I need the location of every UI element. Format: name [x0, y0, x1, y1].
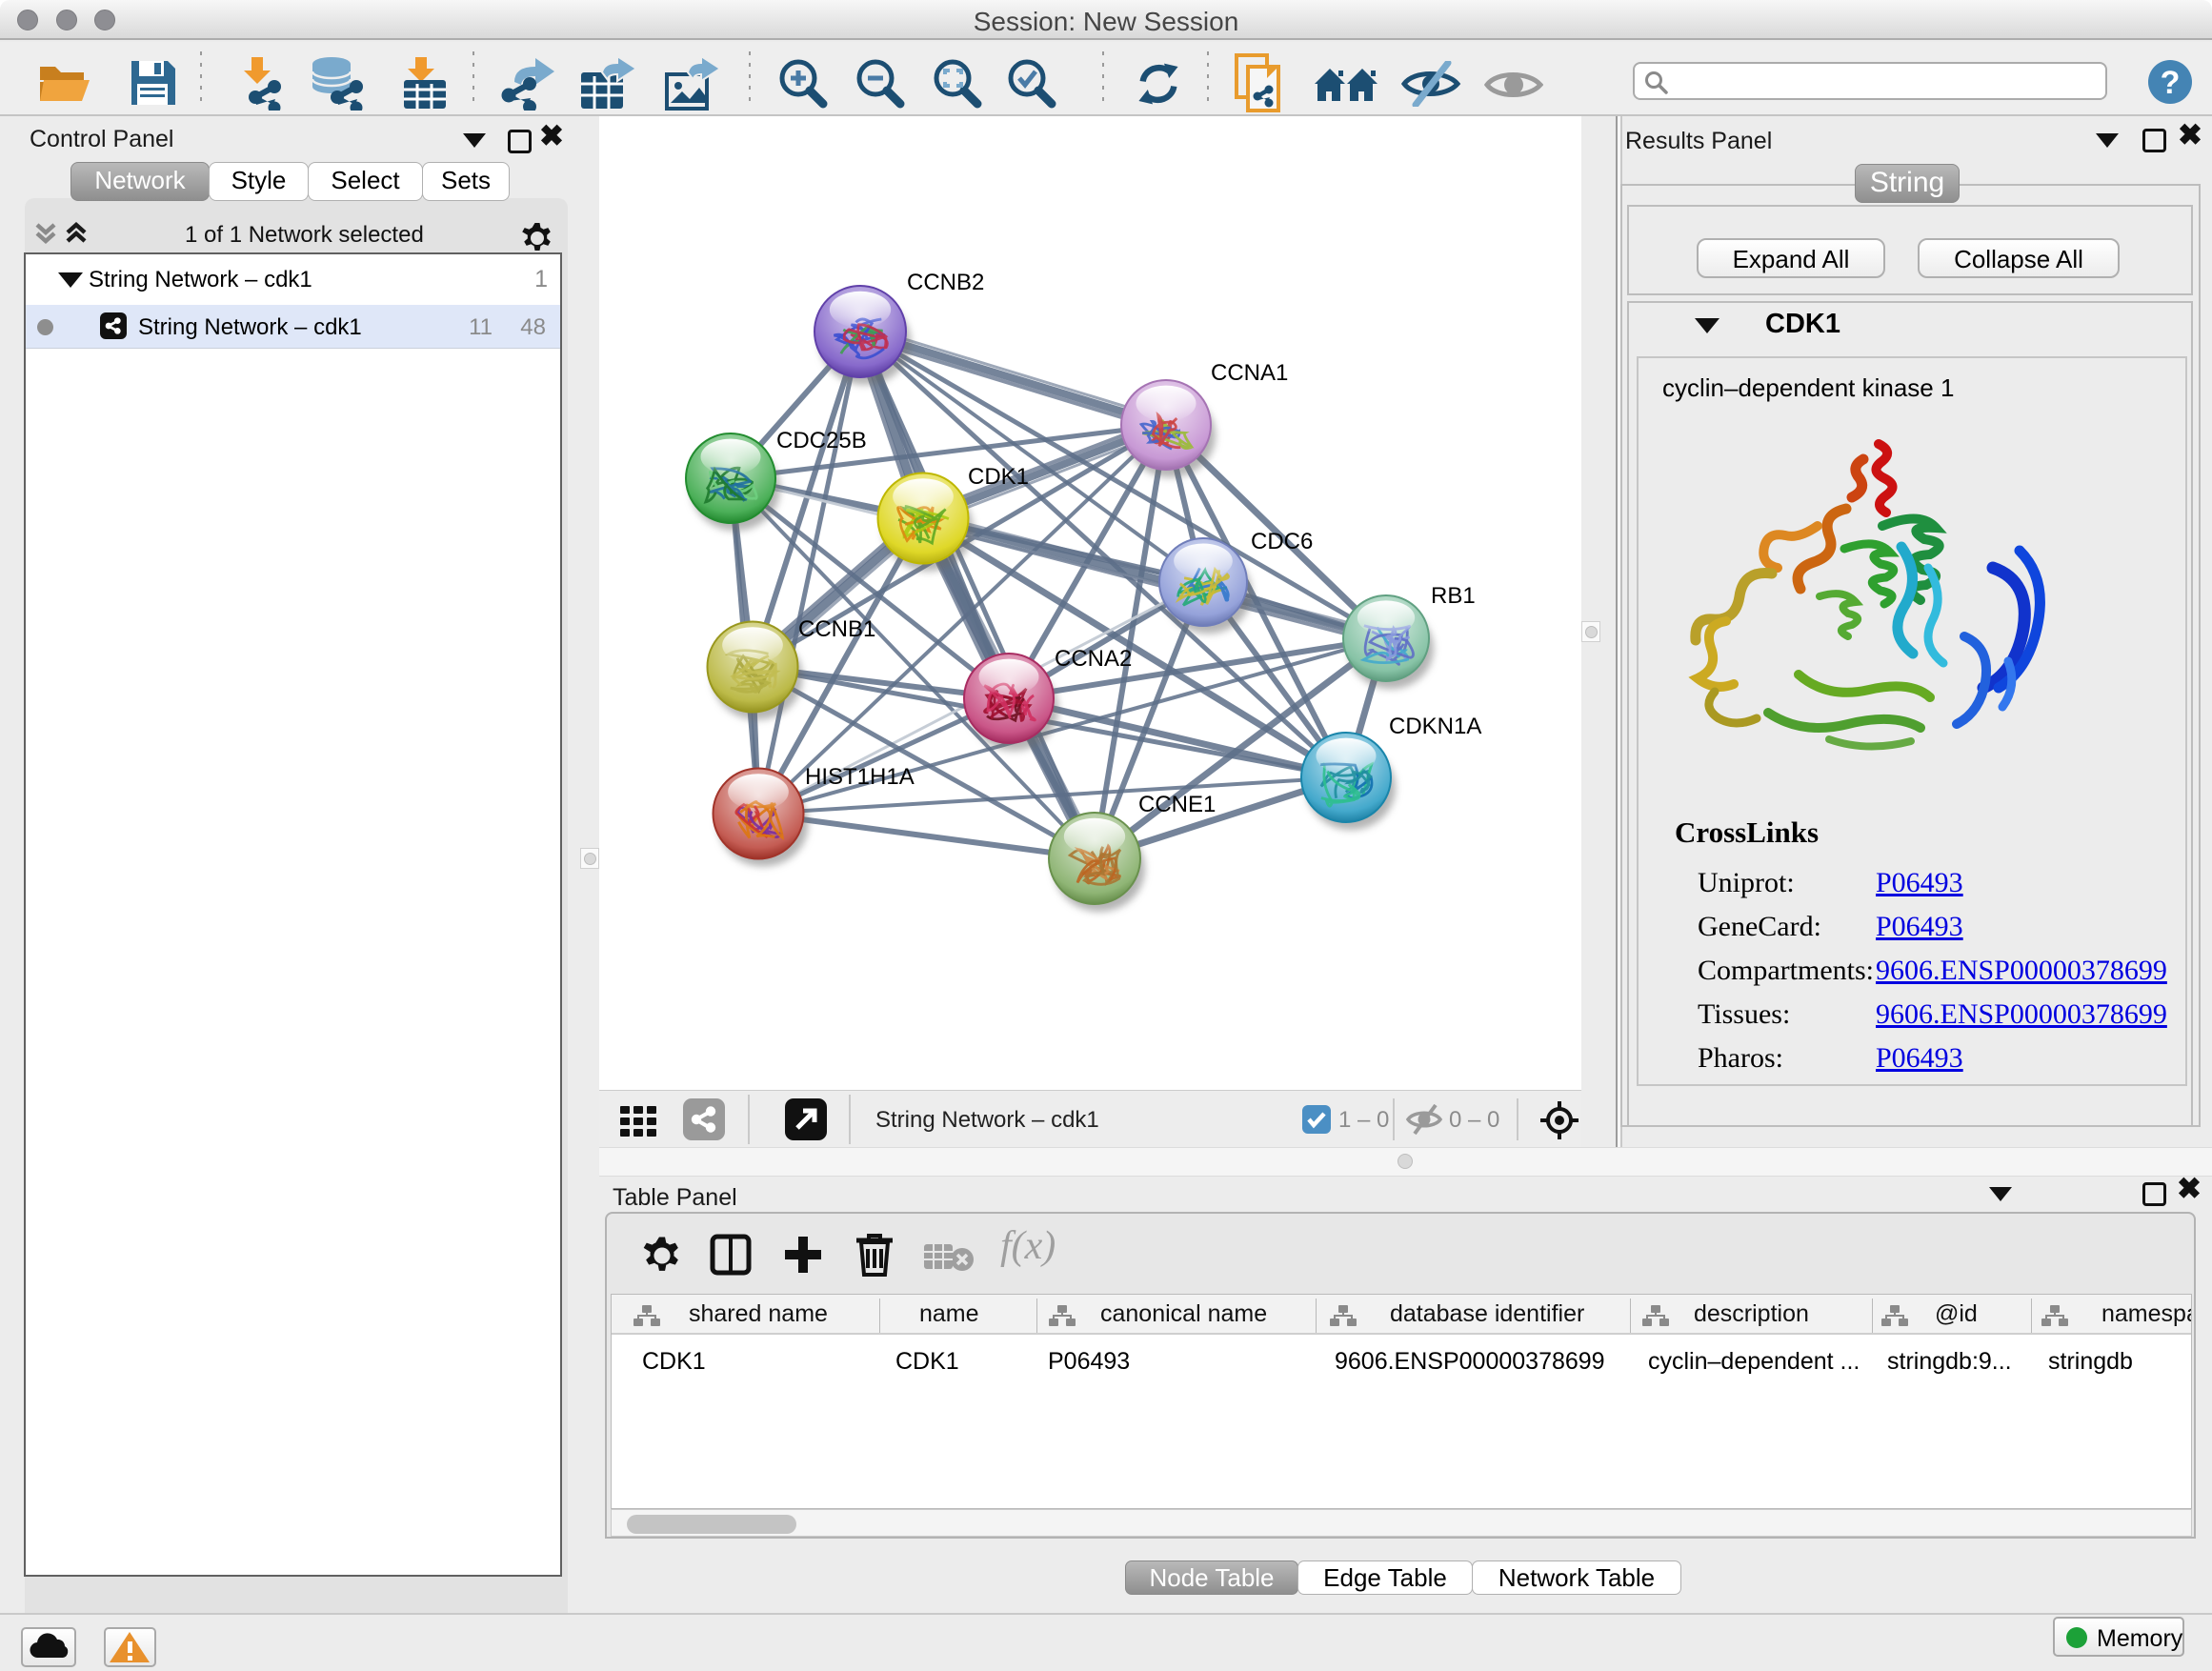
svg-text:?: ?	[2161, 65, 2181, 101]
svg-text:CCNA1: CCNA1	[1211, 360, 1288, 386]
svg-text:CCNB1: CCNB1	[798, 616, 875, 642]
svg-text:CCNA2: CCNA2	[1055, 646, 1132, 672]
svg-text:CDC6: CDC6	[1251, 529, 1313, 554]
svg-text:CDC25B: CDC25B	[776, 428, 867, 453]
svg-text:RB1: RB1	[1431, 583, 1476, 609]
svg-text:CDK1: CDK1	[968, 464, 1029, 490]
svg-text:CDKN1A: CDKN1A	[1389, 714, 1481, 739]
svg-text:HIST1H1A: HIST1H1A	[805, 764, 915, 790]
svg-text:CCNE1: CCNE1	[1138, 792, 1216, 817]
svg-text:CCNB2: CCNB2	[907, 270, 984, 295]
